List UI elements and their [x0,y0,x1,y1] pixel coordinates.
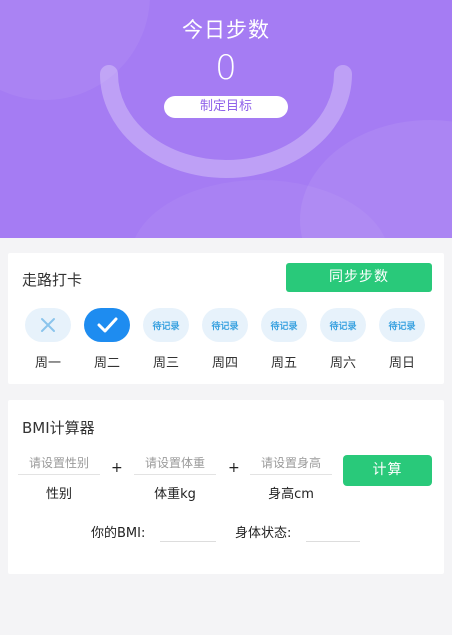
missed-icon [25,308,71,342]
set-goal-button[interactable]: 制定目标 [164,96,288,118]
calculate-button[interactable]: 计算 [343,455,432,486]
check-icon [84,308,130,342]
bmi-result-label: 你的BMI: [91,526,146,541]
plus-sign: + [228,460,240,476]
step-header: 今日步数 0 制定目标 [0,0,452,238]
day-label: 周四 [211,356,238,371]
pending-badge: 待记录 [379,308,425,342]
day-label: 周五 [270,356,297,371]
page-title: 今日步数 [182,18,270,42]
day-item-saturday[interactable]: 待记录 周六 [319,308,367,371]
body-status-label: 身体状态: [235,526,292,541]
day-label: 周二 [93,356,120,371]
pending-badge: 待记录 [261,308,307,342]
weight-field: 体重kg [134,452,216,502]
height-input[interactable] [250,456,332,475]
pending-badge: 待记录 [143,308,189,342]
day-label: 周六 [329,356,356,371]
day-label: 周三 [152,356,179,371]
pending-badge: 待记录 [320,308,366,342]
day-item-friday[interactable]: 待记录 周五 [260,308,308,371]
day-item-thursday[interactable]: 待记录 周四 [201,308,249,371]
step-count: 0 [215,48,237,88]
day-label: 周一 [34,356,61,371]
day-label: 周日 [388,356,415,371]
day-item-wednesday[interactable]: 待记录 周三 [142,308,190,371]
bmi-calculator-card: BMI计算器 性别 + 体重kg + 身高cm 计算 你的BMI: 身体状态: [8,400,444,574]
pending-badge: 待记录 [202,308,248,342]
plus-sign: + [111,460,123,476]
height-label: 身高cm [268,487,314,502]
gender-label: 性别 [45,487,72,502]
day-item-tuesday[interactable]: 周二 [83,308,131,371]
day-item-monday[interactable]: 周一 [24,308,72,371]
weight-input[interactable] [134,456,216,475]
sync-steps-button[interactable]: 同步步数 [286,263,432,292]
gender-field: 性别 [18,452,100,502]
day-item-sunday[interactable]: 待记录 周日 [378,308,426,371]
bmi-title: BMI计算器 [22,419,95,437]
height-field: 身高cm [250,452,332,502]
gender-input[interactable] [18,456,100,475]
walk-checkin-card: 走路打卡 同步步数 周一 周二 待记录 周三 待记录 周四 待记录 周五 待记录… [8,253,444,384]
weight-label: 体重kg [154,487,196,502]
bmi-result-value [160,541,216,542]
body-status-value [306,541,360,542]
checkin-title: 走路打卡 [22,271,83,289]
